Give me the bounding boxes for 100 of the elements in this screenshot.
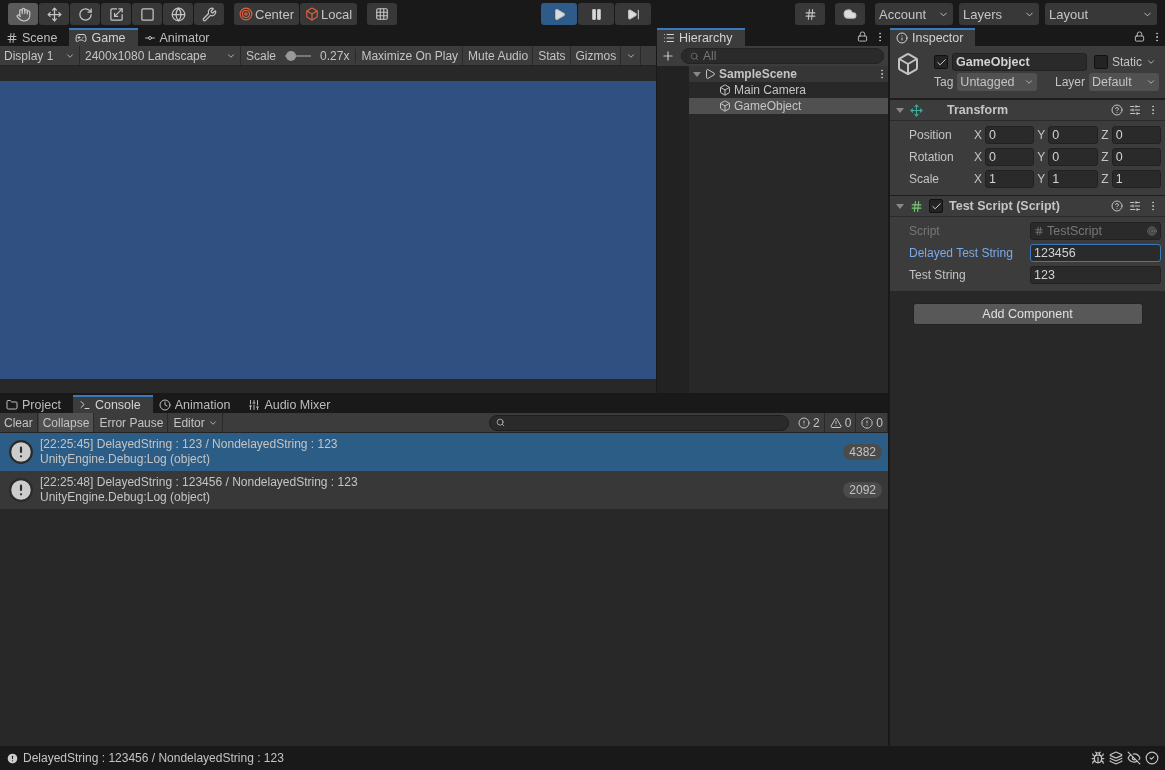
add-icon[interactable] bbox=[661, 49, 675, 63]
tool-button[interactable] bbox=[8, 3, 38, 25]
cloud-icon bbox=[843, 7, 857, 21]
axis-label: Y bbox=[1036, 128, 1047, 142]
sliders-icon[interactable] bbox=[1129, 200, 1141, 212]
cube-icon bbox=[896, 52, 920, 76]
number-field[interactable]: 1 bbox=[1111, 170, 1161, 188]
help-icon[interactable] bbox=[1111, 200, 1123, 212]
panel-tab[interactable]: Animator bbox=[137, 28, 222, 46]
slider-thumb[interactable] bbox=[285, 50, 296, 61]
layer-label: Layer bbox=[1054, 75, 1085, 89]
pivot-button[interactable]: Local bbox=[300, 3, 358, 25]
search-field[interactable] bbox=[488, 414, 789, 431]
expand-arrow-icon[interactable] bbox=[896, 107, 904, 113]
snap-button[interactable] bbox=[367, 3, 398, 25]
unity-icon bbox=[704, 68, 716, 80]
check-circle-icon[interactable] bbox=[1145, 751, 1159, 765]
menu-dropdown[interactable]: Layers bbox=[959, 3, 1039, 25]
panel-tab[interactable]: Hierarchy bbox=[657, 28, 745, 46]
property-label: Script bbox=[909, 224, 941, 238]
tool-button[interactable] bbox=[39, 3, 69, 25]
log-message: [22:25:45] DelayedString : 123 / NondelayedString : 123 bbox=[40, 437, 339, 452]
tool-button[interactable] bbox=[163, 3, 193, 25]
tool-button[interactable] bbox=[194, 3, 224, 25]
number-field[interactable]: 0 bbox=[1048, 126, 1098, 144]
step-icon bbox=[626, 7, 640, 21]
property-label: Delayed Test String bbox=[909, 246, 1014, 260]
axis-label: Z bbox=[1100, 128, 1110, 142]
number-field[interactable]: 0 bbox=[1111, 126, 1161, 144]
property-label: Rotation bbox=[909, 150, 955, 164]
step-button[interactable] bbox=[615, 3, 652, 25]
tag-label: Tag bbox=[934, 75, 954, 89]
hand-icon bbox=[15, 6, 31, 22]
info-icon bbox=[896, 32, 908, 44]
cloud-button[interactable] bbox=[835, 3, 865, 25]
axis-label: X bbox=[973, 128, 983, 142]
layers-icon[interactable] bbox=[1109, 751, 1123, 765]
play-button[interactable] bbox=[541, 3, 578, 25]
globe-icon bbox=[170, 6, 186, 22]
add-component-button[interactable]: Add Component bbox=[912, 303, 1143, 325]
component-title: Transform bbox=[947, 103, 1010, 117]
number-field[interactable]: 0 bbox=[1111, 148, 1161, 166]
sliders-icon bbox=[248, 399, 261, 411]
hierarchy-item[interactable]: SampleScene bbox=[689, 66, 888, 82]
number-field[interactable]: 0 bbox=[985, 148, 1035, 166]
sliders-icon[interactable] bbox=[1129, 104, 1141, 116]
number-field[interactable]: 0 bbox=[1048, 148, 1098, 166]
tool-button[interactable] bbox=[70, 3, 100, 25]
checkbox[interactable] bbox=[929, 199, 943, 213]
number-field[interactable]: 1 bbox=[985, 170, 1035, 188]
tag-dropdown[interactable]: Untagged bbox=[957, 73, 1038, 91]
panel-tab[interactable]: Scene bbox=[0, 28, 70, 46]
picker-icon[interactable] bbox=[1147, 226, 1157, 236]
component-title: Test Script (Script) bbox=[949, 199, 1061, 213]
text-field[interactable]: 123456 bbox=[1030, 244, 1161, 262]
checkbox[interactable] bbox=[1094, 55, 1108, 69]
help-icon[interactable] bbox=[1111, 104, 1123, 116]
search-icon bbox=[495, 418, 505, 427]
status-message: DelayedString : 123456 / NondelayedString : 123 bbox=[23, 751, 285, 765]
toolbar-button[interactable]: Collapse bbox=[38, 413, 95, 432]
property-label: Test String bbox=[909, 268, 967, 282]
cube-icon bbox=[719, 84, 731, 96]
property-label: Position bbox=[909, 128, 953, 142]
console-entry[interactable]: [22:25:45] DelayedString : 123 / NondelayedString : 123 UnityEngine.Debug:Log (object) 4382 bbox=[0, 433, 888, 471]
number-field[interactable]: 0 bbox=[985, 126, 1035, 144]
gamepad-icon bbox=[75, 32, 88, 44]
panel-tab[interactable]: Animation bbox=[152, 395, 243, 413]
panel-tab[interactable]: Console bbox=[72, 395, 153, 413]
lock-icon[interactable] bbox=[1134, 31, 1145, 42]
panel-tab[interactable]: Project bbox=[0, 395, 73, 413]
layer-dropdown[interactable]: Default bbox=[1089, 73, 1159, 91]
console-icon bbox=[78, 399, 91, 411]
pause-button[interactable] bbox=[578, 3, 615, 25]
axis-label: X bbox=[973, 172, 983, 186]
hierarchy-item[interactable]: Main Camera bbox=[689, 82, 888, 98]
pivot-button[interactable]: Center bbox=[234, 3, 300, 25]
tool-button[interactable] bbox=[132, 3, 162, 25]
error-icon bbox=[861, 416, 874, 429]
panel-tab[interactable]: Game bbox=[69, 28, 138, 46]
panel-tab[interactable]: Audio Mixer bbox=[242, 395, 343, 413]
text-field[interactable]: 123 bbox=[1030, 266, 1161, 284]
bug-icon[interactable] bbox=[1091, 751, 1105, 765]
panel-tab[interactable]: Inspector bbox=[890, 28, 976, 46]
tool-button[interactable] bbox=[101, 3, 131, 25]
menu-dropdown[interactable]: Account bbox=[875, 3, 953, 25]
stack-trace: UnityEngine.Debug:Log (object) bbox=[40, 452, 212, 467]
eye-off-icon[interactable] bbox=[1127, 751, 1141, 765]
console-entry[interactable]: [22:25:48] DelayedString : 123456 / NondelayedString : 123 UnityEngine.Debug:Log (object) 2092 bbox=[0, 471, 888, 509]
number-field[interactable]: 1 bbox=[1048, 170, 1098, 188]
collab-button[interactable] bbox=[795, 3, 825, 25]
hierarchy-item[interactable]: GameObject bbox=[689, 98, 888, 114]
info-icon bbox=[8, 439, 34, 465]
expand-arrow-icon[interactable] bbox=[896, 203, 904, 209]
menu-dropdown[interactable]: Layout bbox=[1045, 3, 1157, 25]
check-icon bbox=[935, 56, 947, 68]
name-field[interactable]: GameObject bbox=[952, 53, 1087, 71]
checkbox[interactable] bbox=[934, 55, 948, 69]
expand-arrow-icon[interactable] bbox=[693, 71, 701, 77]
log-message: [22:25:48] DelayedString : 123456 / NondelayedString : 123 bbox=[40, 475, 359, 490]
lock-icon[interactable] bbox=[857, 31, 868, 42]
